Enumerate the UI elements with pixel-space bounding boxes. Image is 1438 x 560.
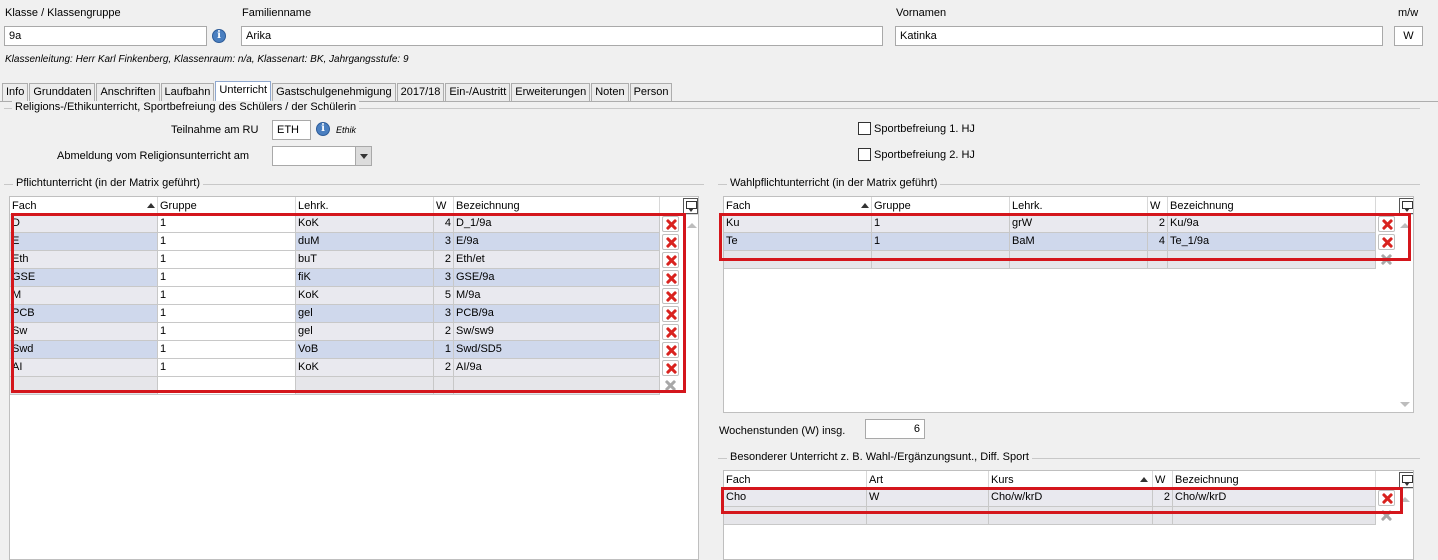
- vornamen-field[interactable]: Katinka: [895, 26, 1383, 46]
- tab-info[interactable]: Info: [2, 83, 29, 102]
- sport1-checkbox[interactable]: [858, 122, 871, 135]
- scroll-down-icon[interactable]: [1400, 402, 1410, 407]
- tab-ein-austritt[interactable]: Ein-/Austritt: [445, 83, 511, 102]
- highlight-box-besonderer: [721, 487, 1403, 514]
- highlight-box-pflicht: [11, 213, 686, 393]
- familienname-field[interactable]: Arika: [241, 26, 883, 46]
- teilnahme-field[interactable]: ETH: [272, 120, 311, 140]
- tab-schuljahr[interactable]: 2017/18: [396, 83, 445, 102]
- abmeldung-label: Abmeldung vom Religionsunterricht am: [57, 150, 249, 162]
- wochenstunden-label: Wochenstunden (W) insg.: [719, 425, 846, 437]
- highlight-box-wahlpflicht: [719, 213, 1411, 261]
- sort-asc-icon: [147, 203, 155, 208]
- tab-person[interactable]: Person: [629, 83, 673, 102]
- familienname-label: Familienname: [242, 7, 312, 19]
- tab-noten[interactable]: Noten: [591, 83, 629, 102]
- teilnahme-hint: Ethik: [336, 125, 357, 135]
- wochenstunden-field: 6: [865, 419, 925, 439]
- mw-label: m/w: [1398, 7, 1419, 19]
- tab-laufbahn[interactable]: Laufbahn: [160, 83, 215, 102]
- grid-options-icon[interactable]: [683, 198, 698, 214]
- besonderer-grid: Fach Art Kurs W Bezeichnung Cho W Cho/w/kr…: [723, 470, 1414, 560]
- sport2-label: Sportbefreiung 2. HJ: [874, 149, 975, 161]
- tab-gastschulgenehmigung[interactable]: Gastschulgenehmigung: [272, 83, 396, 102]
- teilnahme-label: Teilnahme am RU: [171, 124, 259, 136]
- tab-anschriften[interactable]: Anschriften: [96, 83, 160, 102]
- pflicht-group-title: Pflichtunterricht (in der Matrix geführt…: [13, 177, 204, 189]
- klasse-field[interactable]: 9a: [4, 26, 207, 46]
- tab-erweiterungen[interactable]: Erweiterungen: [511, 83, 591, 102]
- mw-field[interactable]: W: [1394, 26, 1423, 46]
- tab-bar: Info Grunddaten Anschriften Laufbahn Unt…: [2, 81, 673, 102]
- sport1-label: Sportbefreiung 1. HJ: [874, 123, 975, 135]
- tab-unterricht[interactable]: Unterricht: [215, 81, 272, 102]
- grid-options-icon[interactable]: [1399, 472, 1413, 488]
- info-icon[interactable]: i: [212, 29, 226, 43]
- grid-options-icon[interactable]: [1399, 198, 1413, 214]
- sort-asc-icon: [861, 203, 869, 208]
- besonderer-group-title: Besonderer Unterricht z. B. Wahl-/Ergänz…: [727, 451, 1032, 463]
- sport2-checkbox[interactable]: [858, 148, 871, 161]
- wahlpflicht-group-title: Wahlpflichtunterricht (in der Matrix gef…: [727, 177, 941, 189]
- religion-group-title: Religions-/Ethikunterricht, Sportbefreiu…: [12, 101, 360, 113]
- klasse-label: Klasse / Klassengruppe: [5, 7, 121, 19]
- scroll-up-icon[interactable]: [687, 223, 697, 228]
- vornamen-label: Vornamen: [896, 7, 947, 19]
- date-dropdown-button[interactable]: [355, 147, 371, 165]
- klassenleitung-info: Klassenleitung: Herr Karl Finkenberg, Kl…: [5, 54, 409, 65]
- sort-asc-icon: [1140, 477, 1148, 482]
- teilnahme-info-icon[interactable]: i: [316, 122, 330, 136]
- tab-grunddaten[interactable]: Grunddaten: [29, 83, 96, 102]
